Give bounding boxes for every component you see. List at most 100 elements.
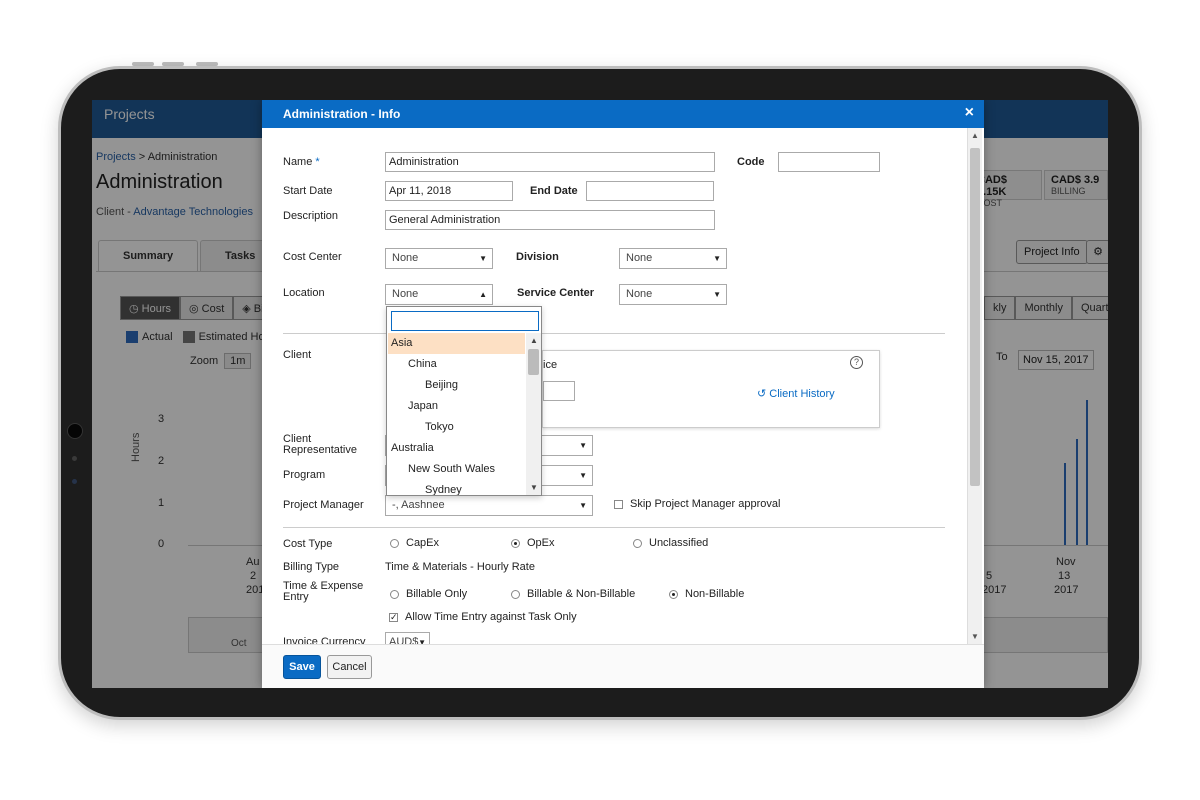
modal-scroll-thumb[interactable] — [970, 148, 980, 486]
program-label: Program — [283, 469, 326, 481]
modal-title: Administration - Info — [283, 107, 401, 121]
client-panel-text: ice — [543, 359, 558, 371]
invoice-currency-select[interactable]: AUD$ ▼ — [385, 632, 430, 644]
section-divider — [283, 527, 945, 528]
start-date-label: Start Date — [283, 185, 333, 197]
option-label: Beijing — [425, 379, 459, 391]
modal-scrollbar[interactable]: ▲ ▼ — [967, 128, 982, 644]
start-date-input[interactable] — [385, 181, 513, 201]
client-history-link[interactable]: ↺ Client History — [757, 387, 835, 400]
tablet-screen: Projects Projects > Administration Admin… — [92, 100, 1108, 688]
location-search-input[interactable] — [391, 311, 539, 331]
location-option-beijing[interactable]: Beijing — [388, 375, 525, 396]
sensor-dot — [72, 479, 77, 484]
caret-down-icon: ▼ — [579, 441, 587, 450]
code-input[interactable] — [778, 152, 880, 172]
location-option-tokyo[interactable]: Tokyo — [388, 417, 525, 438]
camera-icon — [67, 423, 83, 439]
checkbox-box — [614, 499, 623, 509]
location-label: Location — [283, 287, 325, 299]
radio-unclassified — [633, 538, 642, 548]
location-option-asia[interactable]: Asia — [388, 333, 525, 354]
location-option-japan[interactable]: Japan — [388, 396, 525, 417]
project-manager-select[interactable]: -, Aashnee ▼ — [385, 495, 593, 516]
cost-type-unclassified[interactable]: Unclassified — [633, 537, 708, 549]
cost-center-select[interactable]: None ▼ — [385, 248, 493, 269]
save-button[interactable]: Save — [283, 655, 321, 679]
scroll-down-icon[interactable]: ▼ — [971, 632, 979, 641]
caret-down-icon: ▼ — [479, 254, 487, 263]
radio-billable-only — [390, 589, 399, 599]
billable-only-label: Billable Only — [406, 588, 468, 600]
radio-billable-non-billable — [511, 589, 520, 599]
history-icon: ↺ — [757, 388, 770, 400]
te-billable-only[interactable]: Billable Only — [390, 588, 467, 600]
scroll-up-icon[interactable]: ▲ — [530, 336, 538, 345]
modal-header: Administration - Info × — [262, 100, 984, 128]
client-sub-input[interactable] — [543, 381, 575, 401]
service-center-select[interactable]: None ▼ — [619, 284, 727, 305]
info-modal: Administration - Info × Name * Code Star… — [262, 100, 984, 688]
caret-up-icon: ▲ — [479, 290, 487, 299]
service-center-label: Service Center — [517, 287, 595, 299]
unclassified-label: Unclassified — [649, 537, 709, 549]
skip-pm-checkbox[interactable]: Skip Project Manager approval — [614, 498, 780, 510]
division-label: Division — [516, 251, 559, 263]
project-manager-value: -, Aashnee — [392, 499, 445, 511]
dropdown-scrollbar[interactable]: ▲ ▼ — [526, 333, 541, 495]
caret-down-icon: ▼ — [579, 471, 587, 480]
location-option-new-south-wales[interactable]: New South Wales — [388, 459, 525, 480]
name-input[interactable] — [385, 152, 715, 172]
checkbox-checked: ✓ — [389, 611, 398, 622]
service-center-value: None — [626, 288, 653, 300]
name-label-text: Name — [283, 156, 313, 168]
cancel-button[interactable]: Cancel — [327, 655, 372, 679]
te-billable-non-billable[interactable]: Billable & Non-Billable — [511, 588, 635, 600]
opex-label: OpEx — [527, 537, 555, 549]
billing-type-value: Time & Materials - Hourly Rate — [385, 561, 535, 573]
description-label: Description — [283, 210, 339, 222]
required-marker: * — [315, 156, 320, 168]
scroll-up-icon[interactable]: ▲ — [971, 131, 979, 140]
description-input[interactable] — [385, 210, 715, 230]
radio-opex — [511, 538, 520, 548]
client-panel: ice ? ↺ Client History — [542, 350, 880, 428]
end-date-input[interactable] — [586, 181, 714, 201]
project-manager-label: Project Manager — [283, 499, 364, 511]
help-icon[interactable]: ? — [850, 356, 863, 369]
end-date-label: End Date — [530, 185, 578, 197]
close-icon[interactable]: × — [965, 104, 974, 122]
section-divider — [283, 333, 945, 334]
allow-task-only-checkbox[interactable]: ✓ Allow Time Entry against Task Only — [389, 611, 577, 623]
te-non-billable[interactable]: Non-Billable — [669, 588, 744, 600]
location-option-australia[interactable]: Australia — [388, 438, 525, 459]
name-label: Name * — [283, 156, 320, 168]
te-entry-label: Time & Expense Entry — [283, 581, 363, 603]
te-entry-label-line2: Entry — [283, 591, 309, 603]
cost-type-opex[interactable]: OpEx — [511, 537, 555, 549]
dropdown-scroll-thumb[interactable] — [528, 349, 539, 375]
modal-body: Name * Code Start Date End Date Descript… — [262, 128, 967, 644]
option-label: China — [408, 358, 437, 370]
invoice-currency-value: AUD$ — [389, 636, 419, 644]
modal-footer: Save Cancel — [262, 644, 984, 688]
non-billable-label: Non-Billable — [685, 588, 745, 600]
option-label: Japan — [408, 400, 438, 412]
location-option-china[interactable]: China — [388, 354, 525, 375]
sensor-dot — [72, 456, 77, 461]
client-rep-label-line2: Representative — [283, 444, 357, 456]
location-select[interactable]: None ▲ — [385, 284, 493, 305]
cost-center-label: Cost Center — [283, 251, 342, 263]
caret-down-icon: ▼ — [579, 501, 587, 510]
division-select[interactable]: None ▼ — [619, 248, 727, 269]
option-label: Asia — [391, 337, 413, 349]
scroll-down-icon[interactable]: ▼ — [530, 483, 538, 492]
radio-capex — [390, 538, 399, 548]
billable-non-billable-label: Billable & Non-Billable — [527, 588, 636, 600]
location-option-sydney[interactable]: Sydney — [388, 480, 525, 495]
caret-down-icon: ▼ — [713, 290, 721, 299]
radio-non-billable — [669, 589, 678, 599]
cost-center-value: None — [392, 252, 419, 264]
cost-type-label: Cost Type — [283, 538, 333, 550]
cost-type-capex[interactable]: CapEx — [390, 537, 439, 549]
